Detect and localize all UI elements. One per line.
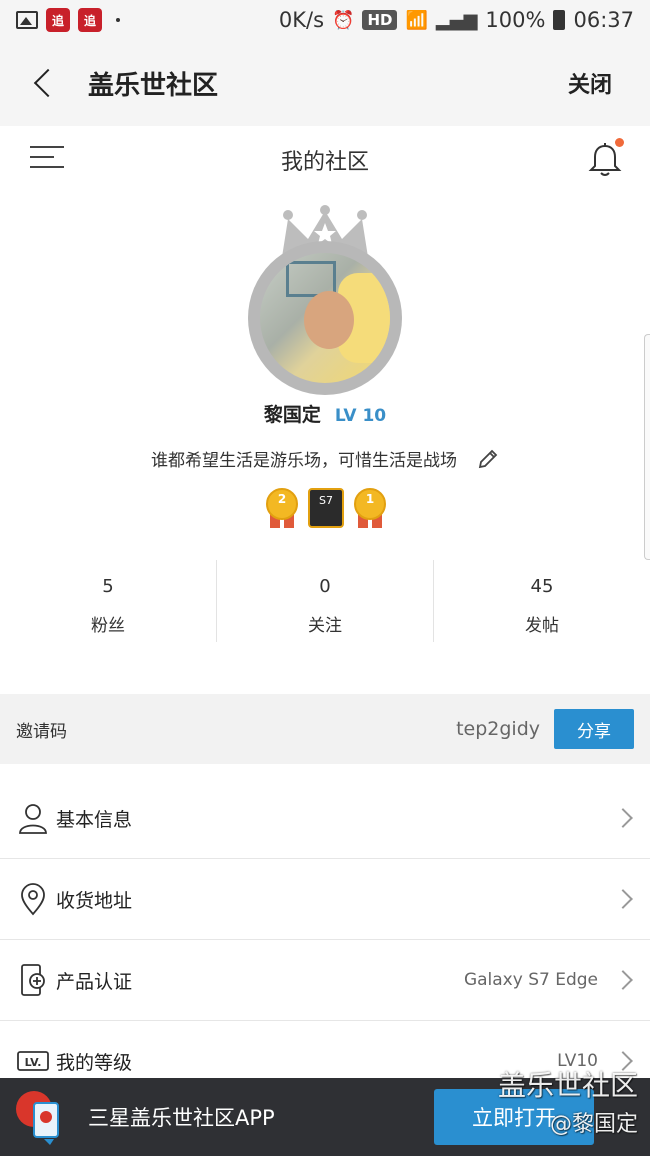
chevron-right-icon (613, 970, 633, 990)
level-badge-icon: LV. (17, 1051, 49, 1071)
chevron-right-icon (613, 889, 633, 909)
back-arrow-icon[interactable] (24, 63, 64, 103)
person-icon (19, 804, 47, 834)
title-bar: 盖乐世社区 关闭 (0, 40, 650, 126)
location-pin-icon (21, 883, 45, 916)
banner-text: 三星盖乐世社区APP (88, 1106, 275, 1130)
phone-certify-icon (21, 964, 45, 996)
bell-icon[interactable] (588, 142, 622, 178)
menu-item-basic-info[interactable]: 基本信息 (0, 778, 650, 859)
community-app-icon (16, 1091, 59, 1145)
more-notifications-dot (116, 18, 120, 22)
close-button[interactable]: 关闭 (568, 67, 612, 99)
battery-icon (553, 10, 566, 30)
stat-value: 0 (319, 576, 331, 597)
status-bar: 追 追 0K/s ⏰ HD 📶 ▂▄▆ 100% 06:37 (0, 0, 650, 40)
menu-item-label: 产品认证 (56, 970, 133, 993)
section-title: 我的社区 (280, 150, 369, 175)
settings-list: 基本信息 收货地址 产品认证 Galaxy S7 Edge LV. 我的等级 L… (0, 778, 650, 1102)
clock: 06:37 (573, 8, 634, 32)
menu-item-label: 基本信息 (56, 808, 133, 831)
notification-dot (615, 138, 624, 147)
menu-item-value: Galaxy S7 Edge (463, 970, 598, 990)
bio-row: 谁都希望生活是游乐场，可惜生活是战场 (0, 446, 650, 471)
edit-pencil-icon[interactable] (477, 448, 499, 470)
stat-followers[interactable]: 5 粉丝 (0, 560, 216, 642)
edge-panel-handle[interactable] (644, 334, 650, 560)
menu-item-label: 收货地址 (56, 889, 133, 912)
user-level: LV 10 (334, 406, 387, 426)
gallery-icon (16, 11, 38, 29)
wifi-icon: 📶 (405, 9, 428, 31)
stat-following[interactable]: 0 关注 (216, 560, 433, 642)
watermark-user: @黎国定 (549, 1112, 638, 1137)
svg-text:LV.: LV. (25, 1056, 42, 1069)
medal-badge[interactable]: 2 (264, 488, 300, 528)
app-notification-icon: 追 (46, 8, 70, 32)
share-button[interactable]: 分享 (554, 709, 634, 749)
watermark-title: 盖乐世社区 (497, 1069, 638, 1102)
signal-icon: ▂▄▆ (435, 9, 478, 31)
badges: 2 S7 1 (264, 488, 388, 528)
medal-badge[interactable]: 1 (352, 488, 388, 528)
stats-bar: 5 粉丝 0 关注 45 发帖 (0, 560, 650, 642)
stat-label: 粉丝 (91, 616, 125, 636)
page-title: 盖乐世社区 (88, 70, 219, 101)
community-header: 我的社区 (0, 126, 650, 190)
stat-label: 发帖 (525, 616, 559, 636)
menu-item-product-cert[interactable]: 产品认证 Galaxy S7 Edge (0, 940, 650, 1021)
stat-value: 5 (102, 576, 114, 597)
user-bio: 谁都希望生活是游乐场，可惜生活是战场 (151, 451, 457, 471)
chevron-right-icon (613, 808, 633, 828)
invite-label: 邀请码 (16, 721, 67, 742)
device-badge[interactable]: S7 (308, 488, 344, 528)
stat-label: 关注 (308, 616, 342, 636)
alarm-icon: ⏰ (332, 9, 355, 31)
network-speed: 0K/s (278, 8, 325, 32)
battery-percent: 100% (485, 8, 546, 32)
stat-posts[interactable]: 45 发帖 (433, 560, 650, 642)
invite-code-row: 邀请码 tep2gidy 分享 (0, 694, 650, 764)
user-name: 黎国定 (263, 404, 321, 426)
invite-code: tep2gidy (456, 718, 540, 740)
app-notification-icon: 追 (78, 8, 102, 32)
menu-item-address[interactable]: 收货地址 (0, 859, 650, 940)
stat-value: 45 (530, 576, 554, 597)
avatar[interactable] (260, 253, 390, 383)
menu-item-label: 我的等级 (56, 1051, 133, 1074)
user-name-row: 黎国定 LV 10 (0, 400, 650, 427)
hd-voice-badge: HD (362, 10, 398, 30)
